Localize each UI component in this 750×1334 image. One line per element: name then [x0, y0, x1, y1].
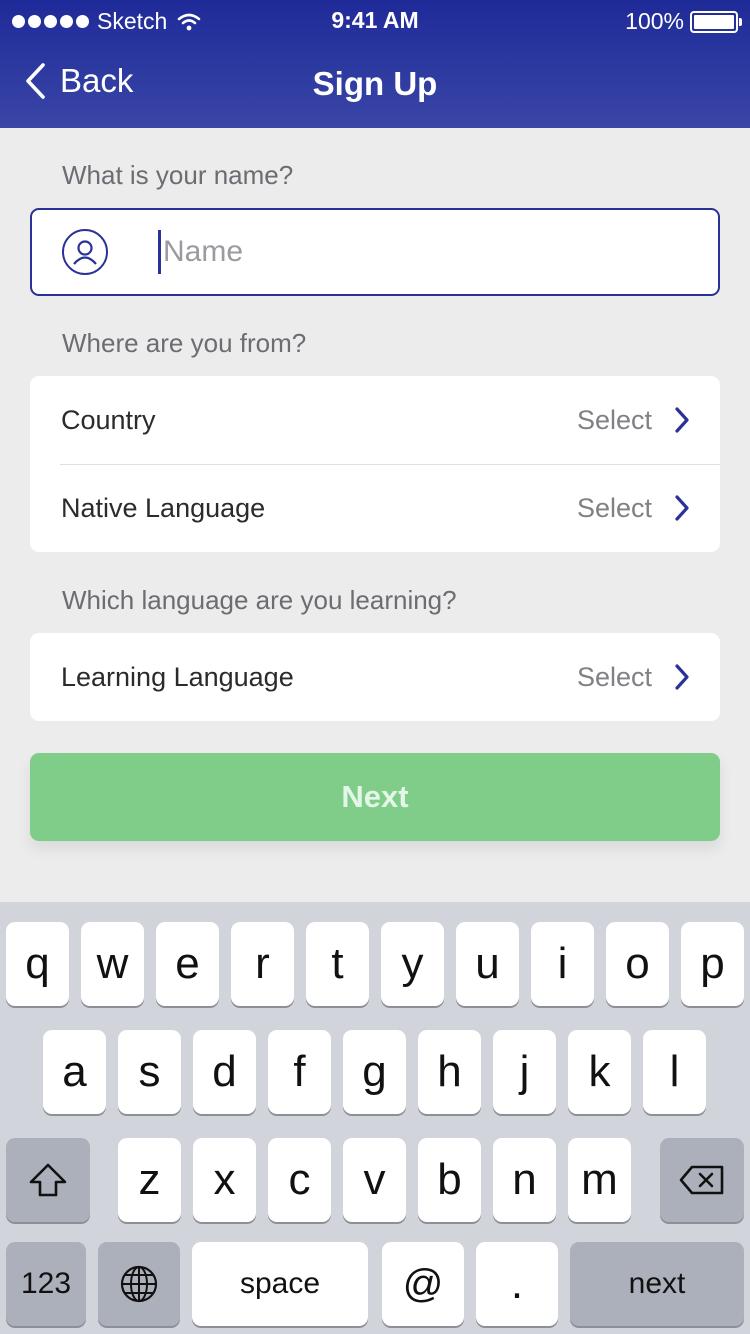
key-e[interactable]: e — [156, 922, 219, 1006]
shift-key[interactable] — [6, 1138, 90, 1222]
native-language-value: Select — [576, 492, 652, 523]
battery-icon — [690, 10, 742, 33]
key-p[interactable]: p — [681, 922, 744, 1006]
key-k[interactable]: k — [568, 1030, 631, 1114]
key-q[interactable]: q — [6, 922, 69, 1006]
key-z[interactable]: z — [118, 1138, 181, 1222]
key-a[interactable]: a — [43, 1030, 106, 1114]
key-r[interactable]: r — [231, 922, 294, 1006]
key-x[interactable]: x — [193, 1138, 256, 1222]
country-label: Country — [61, 404, 156, 435]
learning-language-value: Select — [576, 661, 652, 692]
key-v[interactable]: v — [343, 1138, 406, 1222]
chevron-left-icon — [26, 63, 45, 99]
origin-section-label: Where are you from? — [62, 328, 307, 358]
globe-key[interactable] — [98, 1242, 180, 1326]
origin-card: Country Select Native Language Select — [30, 376, 720, 552]
numbers-key[interactable]: 123 — [6, 1242, 86, 1326]
keyboard: 123 space @ . next qwertyuiop asdfghjkl zx… — [0, 902, 750, 1334]
text-cursor — [158, 230, 161, 274]
period-key[interactable]: . — [476, 1242, 558, 1326]
battery-percentage: 100% — [625, 8, 684, 34]
delete-icon — [679, 1165, 724, 1195]
key-u[interactable]: u — [456, 922, 519, 1006]
back-label: Back — [60, 62, 134, 99]
next-key[interactable]: next — [570, 1242, 744, 1326]
key-m[interactable]: m — [568, 1138, 631, 1222]
learning-section-label: Which language are you learning? — [62, 585, 457, 615]
chevron-right-icon — [674, 663, 690, 691]
learning-language-row[interactable]: Learning Language Select — [30, 633, 720, 721]
chevron-right-icon — [674, 494, 690, 522]
native-language-label: Native Language — [61, 492, 266, 523]
key-h[interactable]: h — [418, 1030, 481, 1114]
chevron-right-icon — [674, 406, 690, 434]
key-n[interactable]: n — [493, 1138, 556, 1222]
key-c[interactable]: c — [268, 1138, 331, 1222]
key-l[interactable]: l — [643, 1030, 706, 1114]
at-key[interactable]: @ — [382, 1242, 464, 1326]
status-bar: Sketch 9:41 AM 100% — [0, 0, 750, 40]
nav-header: Sketch 9:41 AM 100% Back Sign Up — [0, 0, 750, 128]
delete-key[interactable] — [660, 1138, 744, 1222]
key-s[interactable]: s — [118, 1030, 181, 1114]
name-input[interactable] — [163, 235, 663, 269]
globe-icon — [120, 1265, 158, 1303]
key-y[interactable]: y — [381, 922, 444, 1006]
key-o[interactable]: o — [606, 922, 669, 1006]
key-f[interactable]: f — [268, 1030, 331, 1114]
next-button[interactable]: Next — [30, 753, 720, 841]
country-row[interactable]: Country Select — [30, 376, 720, 464]
back-button[interactable]: Back — [24, 62, 133, 100]
key-b[interactable]: b — [418, 1138, 481, 1222]
learning-card: Learning Language Select — [30, 633, 720, 721]
user-icon — [62, 229, 108, 275]
space-key[interactable]: space — [192, 1242, 368, 1326]
learning-language-label: Learning Language — [61, 661, 294, 692]
country-value: Select — [576, 404, 652, 435]
shift-icon — [29, 1163, 67, 1197]
key-g[interactable]: g — [343, 1030, 406, 1114]
key-j[interactable]: j — [493, 1030, 556, 1114]
key-t[interactable]: t — [306, 922, 369, 1006]
native-language-row[interactable]: Native Language Select — [30, 464, 720, 552]
key-i[interactable]: i — [531, 922, 594, 1006]
name-field[interactable] — [30, 208, 720, 296]
key-w[interactable]: w — [81, 922, 144, 1006]
name-section-label: What is your name? — [62, 160, 294, 190]
key-d[interactable]: d — [193, 1030, 256, 1114]
